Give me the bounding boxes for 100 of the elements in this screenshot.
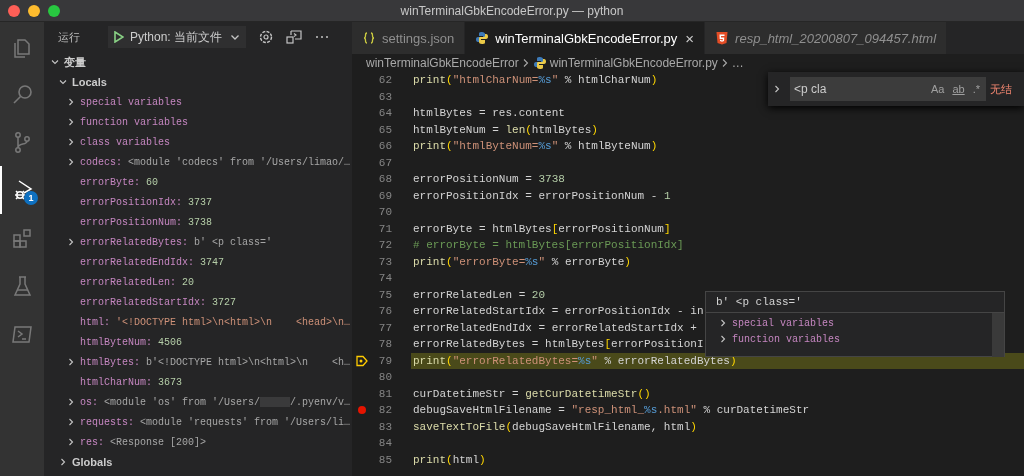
terminal-icon [12, 326, 32, 343]
line-number: 62 [377, 74, 392, 87]
variable-entry[interactable]: errorRelatedStartIdx: 3727 [80, 296, 237, 308]
search-option-toggle[interactable]: .* [970, 83, 982, 95]
variable-entry[interactable]: htmlBytes: b'<!DOCTYPE html>\n<html>\n <h… [80, 356, 351, 368]
variable-entry[interactable]: res: <Response [200]> [80, 436, 207, 448]
chevron-icon[interactable] [66, 437, 76, 447]
chevron-icon[interactable] [58, 77, 68, 87]
breadcrumb-item[interactable]: … [731, 56, 744, 70]
scope-label[interactable]: Locals [72, 76, 107, 88]
flask-icon [13, 276, 32, 296]
line-number: 77 [377, 321, 392, 334]
chevron-icon[interactable] [66, 117, 76, 127]
variable-entry[interactable]: errorByte: 60 [80, 176, 159, 188]
branch-icon [15, 132, 30, 153]
variable-entry[interactable]: requests: <module 'requests' from '/Users/li… [80, 416, 351, 428]
hover-title: b' <p class=' [706, 292, 1004, 313]
variable-entry[interactable]: codecs: <module 'codecs' from '/Users/limao/… [80, 156, 351, 168]
line-number: 84 [377, 437, 392, 450]
variable-entry[interactable]: errorRelatedEndIdx: 3747 [80, 256, 225, 268]
code-line: # errorByte = htmlBytes[errorPositionIdx] [413, 239, 684, 252]
variable-entry[interactable]: html: '<!DOCTYPE html>\n<html>\n <head>\n… [80, 316, 351, 328]
scope-label[interactable]: Globals [72, 456, 113, 468]
debug-config-dropdown[interactable]: Python: 当前文件 [108, 26, 246, 48]
line-number: 71 [377, 222, 392, 235]
editor-tab[interactable]: winTerminalGbkEncodeError.py × [465, 22, 706, 54]
chevron-icon[interactable] [50, 57, 60, 67]
chevron-icon[interactable] [66, 417, 76, 427]
line-number: 63 [377, 90, 392, 103]
line-number: 65 [377, 123, 392, 136]
editor-tab[interactable]: settings.json [352, 22, 466, 54]
variable-entry[interactable]: function variables [732, 333, 841, 345]
line-number: 83 [377, 420, 392, 433]
code-line: errorRelatedStartIdx = errorPositionIdx - in [413, 305, 704, 318]
debug-icon [14, 180, 33, 200]
search-option-toggle[interactable]: ab [950, 83, 967, 95]
code-line: errorPositionNum = 3738 [413, 173, 565, 186]
code-line: htmlByteNum = len(htmlBytes) [413, 123, 598, 136]
chevron-icon[interactable] [66, 397, 76, 407]
line-number: 76 [377, 305, 392, 318]
zoom-button[interactable] [48, 4, 60, 17]
chevron-icon[interactable] [66, 157, 76, 167]
line-number: 74 [377, 272, 392, 285]
breadcrumb-item[interactable]: winTerminalGbkEncodeError.py [549, 56, 718, 70]
python-icon [532, 56, 547, 70]
line-number: 79 [377, 354, 392, 367]
variable-entry[interactable]: special variables [80, 96, 183, 108]
chevron-icon[interactable] [66, 357, 76, 367]
code-line: errorPositionIdx = errorPositionNum - 1 [413, 189, 671, 202]
variable-entry[interactable]: errorRelatedBytes: b' <p class=' [80, 236, 273, 248]
variable-entry[interactable]: errorPositionIdx: 3737 [80, 196, 213, 208]
section-header[interactable]: 变量 [64, 54, 86, 70]
code-line: print("errorByte=%s" % errorByte) [413, 255, 631, 268]
variable-entry[interactable]: errorRelatedLen: 20 [80, 276, 195, 288]
variable-entry[interactable]: errorPositionNum: 3738 [80, 216, 213, 228]
shield-icon [715, 31, 730, 45]
find-status: 无结 [990, 81, 1012, 97]
close-button[interactable] [8, 4, 20, 17]
variable-entry[interactable]: class variables [80, 136, 170, 148]
variable-entry[interactable]: htmlByteNum: 4506 [80, 336, 183, 348]
window-title: winTerminalGbkEncodeError.py — python [400, 3, 624, 18]
breakpoint-icon[interactable] [358, 406, 366, 415]
caret-icon [230, 32, 240, 42]
variable-entry[interactable]: os: <module 'os' from '/Users/ /.pyenv/v… [80, 396, 351, 408]
code-line: htmlBytes = res.content [413, 107, 565, 120]
code-line: debugSaveHtmlFilename = "resp_html_%s.html" % curDatetimeStr [413, 404, 810, 417]
notification-badge: 1 [24, 191, 38, 205]
chevron-icon[interactable] [66, 137, 76, 147]
panel-title: 运行 [58, 29, 81, 45]
chevron-icon[interactable] [718, 334, 728, 344]
line-number: 85 [377, 453, 392, 466]
files-icon [14, 39, 30, 58]
search-option-toggle[interactable]: Aa [928, 83, 947, 95]
code-line: errorByte = htmlBytes[errorPositionNum] [413, 222, 671, 235]
scrollbar[interactable] [992, 313, 1004, 357]
line-number: 80 [377, 371, 392, 384]
braces-icon [362, 31, 376, 45]
python-icon [475, 31, 490, 45]
search-icon [13, 85, 32, 104]
close-tab-button[interactable]: × [685, 29, 695, 47]
line-number: 75 [377, 288, 392, 301]
line-number: 66 [377, 140, 392, 153]
find-input[interactable]: <p cla Aa ab .* [790, 77, 986, 101]
settings-icon[interactable] [258, 29, 274, 45]
line-number: 64 [377, 107, 392, 120]
chevron-icon [720, 58, 729, 68]
breadcrumb-item[interactable]: winTerminalGbkEncodeError [366, 56, 519, 70]
chevron-icon[interactable] [66, 97, 76, 107]
variable-entry[interactable]: function variables [80, 116, 189, 128]
code-line: errorRelatedEndIdx = errorRelatedStartIdx + [413, 321, 697, 334]
chevron-icon [521, 58, 530, 68]
variable-entry[interactable]: htmlCharNum: 3673 [80, 376, 183, 388]
line-number: 81 [377, 387, 392, 400]
chevron-icon[interactable] [66, 237, 76, 247]
chevron-icon[interactable] [58, 457, 68, 467]
chevron-icon[interactable] [718, 318, 728, 328]
variable-entry[interactable]: special variables [732, 317, 835, 329]
line-number: 78 [377, 338, 392, 351]
minimize-button[interactable] [28, 4, 40, 17]
editor-tab[interactable]: resp_html_20200807_094457.html [705, 22, 948, 54]
